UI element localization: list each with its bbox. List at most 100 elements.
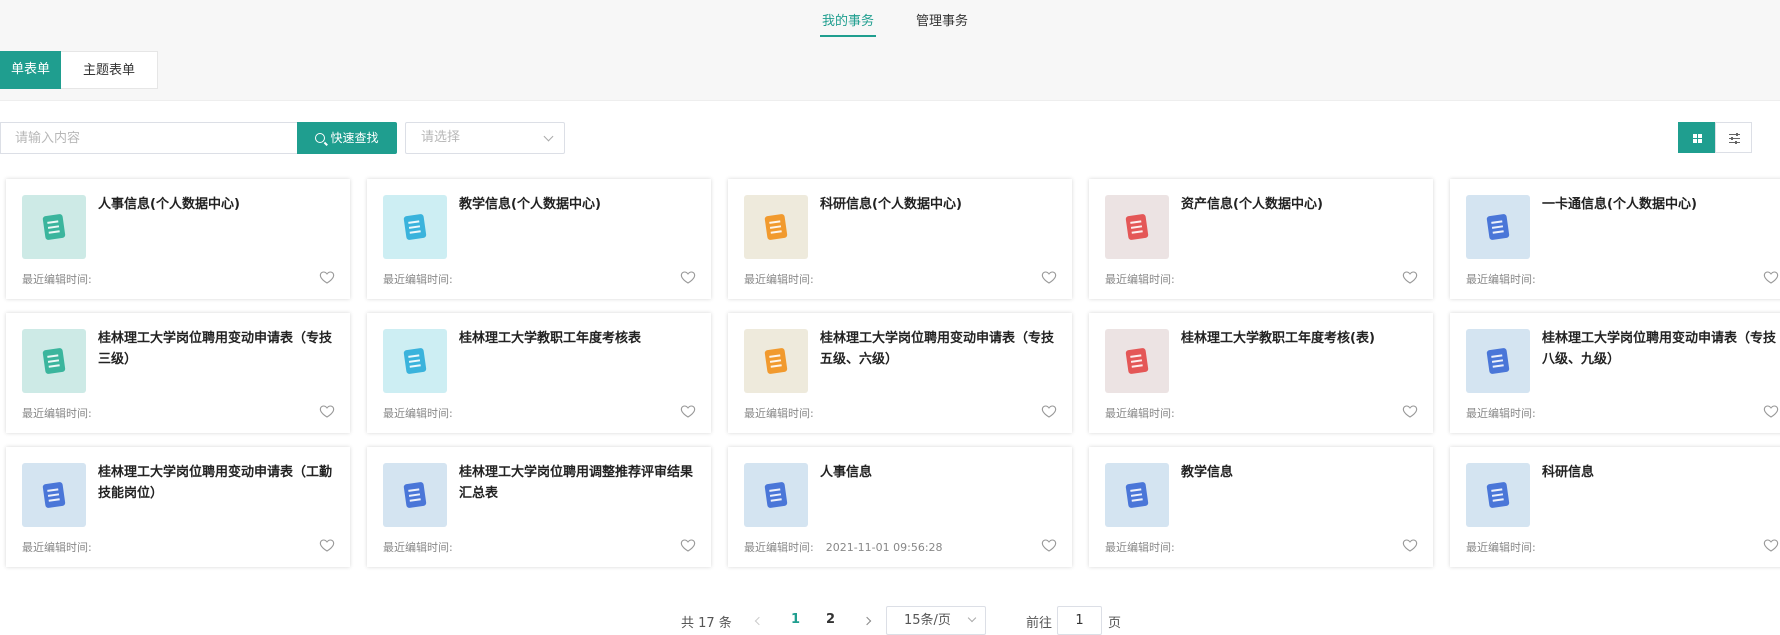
- form-card-meta: 最近编辑时间:: [383, 405, 465, 421]
- last-edited-label: 最近编辑时间:: [383, 541, 453, 554]
- last-edited-label: 最近编辑时间:: [1466, 407, 1536, 420]
- document-icon: [42, 481, 66, 509]
- page-size-select[interactable]: 15条/页: [886, 606, 986, 635]
- form-type-bar: 单表单 主题表单: [0, 38, 1780, 101]
- grid-view-button[interactable]: [1678, 122, 1715, 153]
- form-thumbnail: [22, 463, 86, 527]
- document-icon: [1125, 213, 1149, 241]
- favorite-heart-icon[interactable]: [1402, 403, 1418, 419]
- form-card-meta: 最近编辑时间:: [744, 271, 826, 287]
- form-card-title: 桂林理工大学岗位聘用变动申请表（专技八级、九级）: [1542, 331, 1777, 367]
- form-card[interactable]: 科研信息(个人数据中心) 最近编辑时间:: [728, 179, 1072, 299]
- document-icon: [403, 481, 427, 509]
- top-nav: 我的事务 管理事务: [0, 0, 1780, 38]
- form-card-title: 教学信息: [1181, 465, 1234, 480]
- tab-my-affairs[interactable]: 我的事务: [822, 10, 874, 29]
- tab-manage-affairs[interactable]: 管理事务: [916, 10, 968, 29]
- chevron-down-icon: [967, 613, 977, 623]
- form-card[interactable]: 资产信息(个人数据中心) 最近编辑时间:: [1089, 179, 1433, 299]
- favorite-heart-icon[interactable]: [1402, 269, 1418, 285]
- form-card-meta: 最近编辑时间:: [22, 271, 104, 287]
- form-card[interactable]: 科研信息 最近编辑时间:: [1450, 447, 1780, 567]
- select-placeholder: 请选择: [421, 130, 461, 145]
- form-card[interactable]: 一卡通信息(个人数据中心) 最近编辑时间:: [1450, 179, 1780, 299]
- form-thumbnail: [383, 329, 447, 393]
- quick-search-button[interactable]: 快速查找: [297, 122, 397, 154]
- form-card[interactable]: 桂林理工大学岗位聘用变动申请表（专技三级） 最近编辑时间:: [6, 313, 350, 433]
- favorite-heart-icon[interactable]: [1041, 269, 1057, 285]
- category-select[interactable]: 请选择: [405, 122, 565, 154]
- form-card-meta: 最近编辑时间:: [1105, 271, 1187, 287]
- form-card[interactable]: 桂林理工大学岗位聘用调整推荐评审结果汇总表最近编辑时间:: [367, 447, 711, 567]
- last-edited-label: 最近编辑时间:: [383, 407, 453, 420]
- form-card-title: 桂林理工大学岗位聘用调整推荐评审结果汇总表: [459, 465, 694, 501]
- form-card[interactable]: 桂林理工大学岗位聘用变动申请表（专技八级、九级） 最近编辑时间:: [1450, 313, 1780, 433]
- last-edited-label: 最近编辑时间:: [744, 541, 814, 554]
- form-card[interactable]: 人事信息最近编辑时间: 2021-11-01 09:56:28: [728, 447, 1072, 567]
- favorite-heart-icon[interactable]: [680, 403, 696, 419]
- form-card[interactable]: 人事信息(个人数据中心) 最近编辑时间:: [6, 179, 350, 299]
- document-icon: [1125, 481, 1149, 509]
- form-card[interactable]: 桂林理工大学岗位聘用变动申请表（专技五级、六级） 最近编辑时间:: [728, 313, 1072, 433]
- form-thumbnail: [1105, 329, 1169, 393]
- form-thumbnail: [1105, 463, 1169, 527]
- document-icon: [764, 481, 788, 509]
- form-thumbnail: [744, 329, 808, 393]
- form-card[interactable]: 教学信息(个人数据中心) 最近编辑时间:: [367, 179, 711, 299]
- prev-page-icon[interactable]: [754, 616, 764, 626]
- form-card-meta: 最近编辑时间:: [1466, 405, 1548, 421]
- document-icon: [1486, 481, 1510, 509]
- form-thumbnail: [22, 329, 86, 393]
- form-card-meta: 最近编辑时间:: [22, 539, 104, 555]
- form-card-title: 科研信息: [1542, 465, 1595, 480]
- form-card-title: 资产信息(个人数据中心): [1181, 197, 1323, 212]
- form-thumbnail: [1466, 463, 1530, 527]
- form-card[interactable]: 桂林理工大学教职工年度考核(表) 最近编辑时间:: [1089, 313, 1433, 433]
- page-1-button[interactable]: 1: [791, 612, 800, 627]
- last-edited-label: 最近编辑时间:: [22, 273, 92, 286]
- form-card-title: 人事信息: [820, 465, 873, 480]
- form-card[interactable]: 桂林理工大学岗位聘用变动申请表（工勤技能岗位） 最近编辑时间:: [6, 447, 350, 567]
- form-card-title: 桂林理工大学岗位聘用变动申请表（专技五级、六级）: [820, 331, 1055, 367]
- last-edited-label: 最近编辑时间:: [1105, 407, 1175, 420]
- form-card-title: 桂林理工大学岗位聘用变动申请表（工勤技能岗位）: [98, 465, 333, 501]
- favorite-heart-icon[interactable]: [1763, 537, 1779, 553]
- favorite-heart-icon[interactable]: [1763, 269, 1779, 285]
- last-edited-label: 最近编辑时间:: [383, 273, 453, 286]
- favorite-heart-icon[interactable]: [319, 269, 335, 285]
- form-card-title: 教学信息(个人数据中心): [459, 197, 601, 212]
- form-card-title: 桂林理工大学教职工年度考核(表): [1181, 331, 1375, 346]
- favorite-heart-icon[interactable]: [319, 537, 335, 553]
- list-view-button[interactable]: [1715, 122, 1752, 153]
- tab-theme-form[interactable]: 主题表单: [61, 51, 158, 89]
- last-edited-label: 最近编辑时间:: [744, 273, 814, 286]
- favorite-heart-icon[interactable]: [1402, 537, 1418, 553]
- favorite-heart-icon[interactable]: [1763, 403, 1779, 419]
- search-input[interactable]: [0, 122, 297, 154]
- last-edited-label: 最近编辑时间:: [1105, 541, 1175, 554]
- page-2-button[interactable]: 2: [826, 612, 835, 627]
- favorite-heart-icon[interactable]: [680, 537, 696, 553]
- form-card-meta: 最近编辑时间: 2021-11-01 09:56:28: [744, 539, 943, 555]
- page-size-value: 15条/页: [904, 613, 951, 628]
- document-icon: [403, 347, 427, 375]
- form-card[interactable]: 教学信息最近编辑时间:: [1089, 447, 1433, 567]
- form-thumbnail: [744, 463, 808, 527]
- form-thumbnail: [744, 195, 808, 259]
- goto-page-input[interactable]: [1057, 606, 1102, 635]
- form-card-title: 科研信息(个人数据中心): [820, 197, 962, 212]
- form-card-title: 桂林理工大学岗位聘用变动申请表（专技三级）: [98, 331, 333, 367]
- favorite-heart-icon[interactable]: [680, 269, 696, 285]
- form-card[interactable]: 桂林理工大学教职工年度考核表 最近编辑时间:: [367, 313, 711, 433]
- favorite-heart-icon[interactable]: [1041, 537, 1057, 553]
- document-icon: [1125, 347, 1149, 375]
- last-edited-label: 最近编辑时间:: [22, 541, 92, 554]
- form-card-meta: 最近编辑时间:: [383, 271, 465, 287]
- next-page-icon[interactable]: [862, 616, 872, 626]
- document-icon: [403, 213, 427, 241]
- favorite-heart-icon[interactable]: [319, 403, 335, 419]
- last-edited-label: 最近编辑时间:: [1105, 273, 1175, 286]
- favorite-heart-icon[interactable]: [1041, 403, 1057, 419]
- tab-single-form[interactable]: 单表单: [0, 51, 61, 89]
- form-thumbnail: [383, 195, 447, 259]
